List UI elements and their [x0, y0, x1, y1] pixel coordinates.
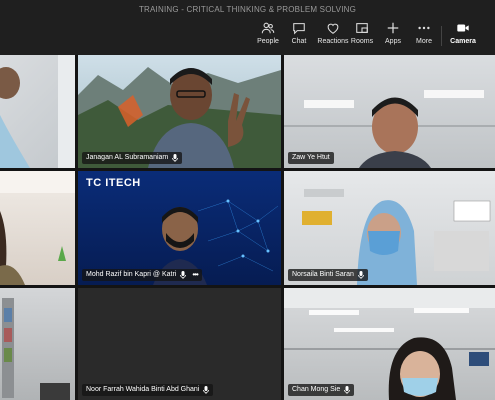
camera-label: Camera [450, 38, 476, 45]
mic-icon [172, 154, 179, 162]
participant-name: Janagan AL Subramaniam [86, 154, 169, 161]
participant-name-tag: Janagan AL Subramaniam [82, 152, 183, 164]
participant-video [2, 298, 70, 400]
video-tile-7[interactable] [0, 288, 75, 400]
more-button[interactable]: More [406, 21, 442, 53]
apps-plus-icon [387, 22, 399, 34]
camera-icon [457, 24, 469, 32]
mic-icon [180, 271, 187, 279]
mic-button[interactable]: M [483, 21, 495, 53]
mic-icon [357, 271, 364, 279]
participant-name-tag: Norsaila Binti Saran [288, 269, 368, 281]
participant-name-tag: Zaw Ye Htut [288, 152, 334, 164]
participant-video [302, 189, 491, 285]
more-dots-icon [418, 26, 430, 30]
participant-name-tag: Chan Mong Sie [288, 384, 355, 396]
reactions-icon [327, 23, 339, 34]
video-tile-6[interactable]: Norsaila Binti Saran [284, 171, 495, 285]
rooms-label: Rooms [350, 38, 374, 45]
window-title: TRAINING - CRITICAL THINKING & PROBLEM S… [0, 0, 495, 18]
people-icon [261, 22, 275, 34]
chat-label: Chat [291, 38, 307, 45]
participant-name: Chan Mong Sie [292, 386, 341, 393]
people-label: People [257, 38, 279, 45]
video-tile-8[interactable]: Noor Farrah Wahida Binti Abd Ghani [78, 288, 281, 400]
mic-icon [344, 386, 351, 394]
participant-name: Zaw Ye Htut [292, 154, 330, 161]
brand-text: TC ITECH [86, 177, 141, 189]
mic-icon [203, 386, 210, 394]
participant-name: Noor Farrah Wahida Binti Abd Ghani [86, 386, 200, 393]
participant-name: Norsaila Binti Saran [292, 271, 354, 278]
camera-button[interactable]: Camera [445, 21, 481, 53]
video-tile-9[interactable]: Chan Mong Sie [284, 288, 495, 400]
chat-icon [293, 23, 305, 35]
toolbar-divider [441, 26, 442, 46]
rooms-icon [356, 23, 368, 33]
video-tile-3[interactable]: Zaw Ye Htut [284, 55, 495, 168]
chat-button[interactable]: Chat [281, 21, 317, 53]
meeting-toolbar: People Chat Reactions Rooms Apps More Ca… [0, 18, 495, 55]
participant-name-tag: Noor Farrah Wahida Binti Abd Ghani [82, 384, 214, 396]
apps-label: Apps [385, 38, 401, 45]
participant-video [0, 171, 75, 285]
video-grid: Janagan AL Subramaniam Zaw Ye Htut TC IT… [0, 55, 495, 400]
participant-more-icon[interactable]: ••• [192, 269, 198, 281]
video-tile-5[interactable]: TC ITECH Mohd Razif bin Kapri @ Katri ••… [78, 171, 281, 285]
participant-video [0, 55, 75, 168]
video-tile-1[interactable] [0, 55, 75, 168]
more-label: More [416, 38, 432, 45]
participant-name-tag: Mohd Razif bin Kapri @ Katri ••• [82, 269, 202, 281]
video-tile-4[interactable] [0, 171, 75, 285]
participant-name: Mohd Razif bin Kapri @ Katri [86, 271, 177, 278]
video-tile-2[interactable]: Janagan AL Subramaniam [78, 55, 281, 168]
